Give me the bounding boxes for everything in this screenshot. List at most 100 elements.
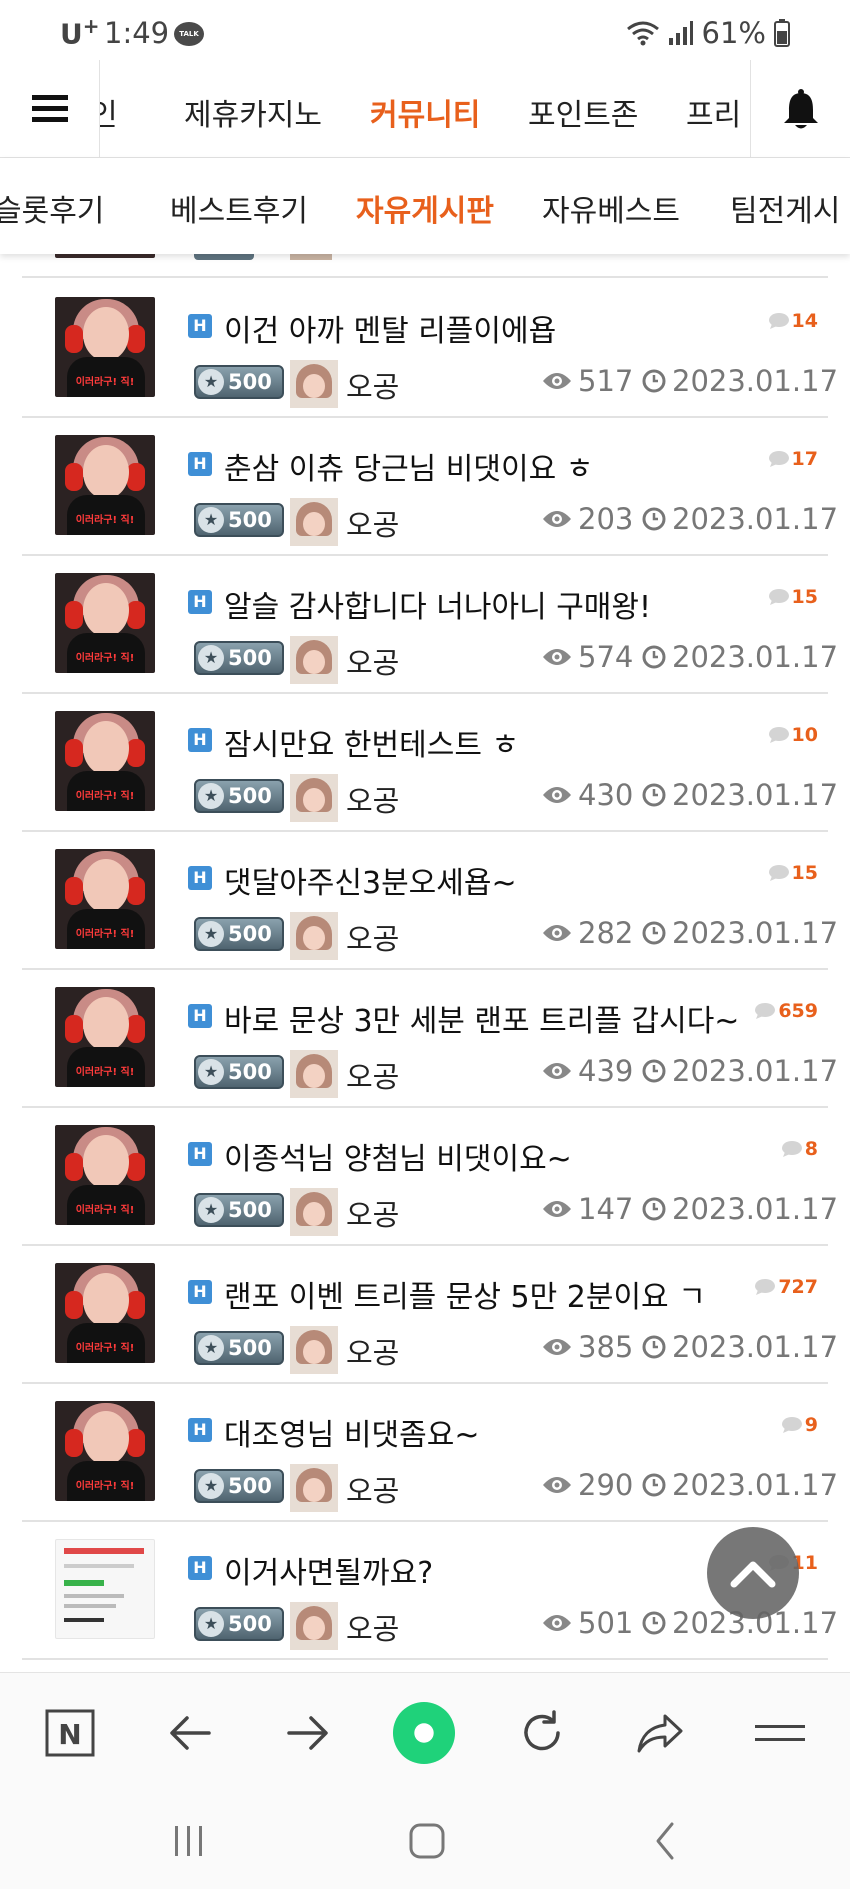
- reload-button[interactable]: [510, 1701, 574, 1765]
- post-title[interactable]: 랜포 이벤 트리플 문상 5만 2분이요 ㄱ: [224, 1272, 706, 1316]
- author-nickname[interactable]: 오공: [346, 1606, 399, 1648]
- clock-icon: [642, 783, 666, 807]
- post-title[interactable]: 알슬 감사합니다 너나아니 구매왕!: [224, 582, 651, 626]
- naver-home-button[interactable]: N: [38, 1701, 102, 1765]
- author-nickname[interactable]: 오공: [346, 1468, 399, 1510]
- post-row[interactable]: 이러라구! 직! H 춘삼 이츄 당근님 비댓이요 ㅎ 17 ★ 500 오공 203 2023…: [22, 418, 838, 556]
- post-title[interactable]: 이건 아까 멘탈 리플이에욥: [224, 306, 556, 350]
- eye-icon: [543, 1063, 571, 1079]
- post-thumbnail: [55, 254, 155, 258]
- post-title[interactable]: 댓달아주신3분오세욥~: [224, 858, 517, 902]
- author-nickname[interactable]: 오공: [346, 778, 399, 820]
- recent-apps-button[interactable]: [164, 1818, 214, 1864]
- notifications-button[interactable]: [750, 60, 850, 158]
- post-row[interactable]: 이러라구! 직! H 이종석님 양첨님 비댓이요~ 8 ★ 500 오공 147 2023.01…: [22, 1108, 838, 1246]
- clock-icon: [642, 1197, 666, 1221]
- post-title[interactable]: 춘삼 이츄 당근님 비댓이요 ㅎ: [224, 444, 593, 488]
- author-nickname[interactable]: 오공: [346, 916, 399, 958]
- level-badge: ★ 500: [194, 1055, 284, 1089]
- author-nickname[interactable]: 오공: [346, 1330, 399, 1372]
- green-dot-button[interactable]: [392, 1701, 456, 1765]
- level-value: 500: [228, 922, 272, 946]
- post-date-value: 2023.01.17: [672, 1330, 839, 1364]
- hot-post-icon: H: [188, 1418, 212, 1442]
- hot-post-icon: H: [188, 1142, 212, 1166]
- author-nickname[interactable]: 오공: [346, 502, 399, 544]
- reload-icon: [524, 1710, 560, 1751]
- home-button[interactable]: [402, 1818, 452, 1864]
- screen: U+ 1:49 TALK 61% 인 제휴카지노 커뮤니티 포인트존 프리 슬롯…: [0, 0, 850, 1889]
- post-title[interactable]: 잠시만요 한번테스트 ㅎ: [224, 720, 519, 764]
- tab-free-best[interactable]: 자유베스트: [542, 186, 680, 230]
- view-count: 439: [542, 1054, 633, 1088]
- author-nickname[interactable]: 오공: [346, 364, 399, 406]
- signal-icon: [668, 21, 693, 45]
- post-row[interactable]: 이러라구! 직! H 이건 아까 멘탈 리플이에욥 14 ★ 500 오공 517 2023.0…: [22, 280, 838, 418]
- partial-post-row[interactable]: [22, 254, 828, 278]
- post-row[interactable]: 이러라구! 직! H 댓달아주신3분오세욥~ 15 ★ 500 오공 282 2023.01.1…: [22, 832, 838, 970]
- browser-menu-button[interactable]: [748, 1701, 812, 1765]
- post-title[interactable]: 이종석님 양첨님 비댓이요~: [224, 1134, 572, 1178]
- back-button[interactable]: [158, 1701, 222, 1765]
- post-thumbnail: 이러라구! 직!: [55, 987, 155, 1087]
- avatar: [290, 1188, 338, 1236]
- browser-toolbar: N: [0, 1672, 850, 1792]
- post-row[interactable]: 이러라구! 직! H 대조영님 비댓좀요~ 9 ★ 500 오공 290 2023.01.17: [22, 1384, 838, 1522]
- author-nickname[interactable]: 오공: [346, 640, 399, 682]
- forward-arrow-icon: [287, 1716, 328, 1750]
- speech-bubble-icon: [781, 1141, 802, 1157]
- post-row[interactable]: H 이거사면될까요? 11 ★ 500 오공 501 2023.01.17: [22, 1522, 838, 1660]
- post-row[interactable]: 이러라구! 직! H 잠시만요 한번테스트 ㅎ 10 ★ 500 오공 430 2023.01.…: [22, 694, 838, 832]
- post-row[interactable]: 이러라구! 직! H 알슬 감사합니다 너나아니 구매왕! 15 ★ 500 오공 574 20…: [22, 556, 838, 694]
- thumbnail-caption: 이러라구! 직!: [75, 1205, 135, 1216]
- system-back-button[interactable]: [640, 1818, 690, 1864]
- author-nickname[interactable]: 오공: [346, 1054, 399, 1096]
- comment-count-value: 727: [778, 1276, 818, 1298]
- author-nickname[interactable]: 오공: [346, 1192, 399, 1234]
- level-badge: ★ 500: [194, 779, 284, 813]
- comment-count: 659: [754, 1000, 818, 1022]
- post-row[interactable]: 이러라구! 직! H 랜포 이벤 트리플 문상 5만 2분이요 ㄱ 727 ★ 500 오공…: [22, 1246, 838, 1384]
- scroll-to-top-button[interactable]: [707, 1527, 799, 1619]
- forward-button[interactable]: [276, 1701, 340, 1765]
- comment-count-value: 10: [791, 724, 818, 746]
- bell-icon: [783, 89, 818, 129]
- tab-partial-left[interactable]: 인: [100, 90, 118, 134]
- tab-free-board[interactable]: 자유게시판: [356, 186, 494, 230]
- clock-icon: [642, 921, 666, 945]
- hamburger-menu-button[interactable]: [0, 60, 100, 158]
- thumbnail-caption: 이러라구! 직!: [75, 1343, 135, 1354]
- clock-icon: [642, 1611, 666, 1635]
- menu-icon: [755, 1725, 805, 1741]
- eye-icon: [543, 511, 571, 527]
- tab-point-zone[interactable]: 포인트존: [528, 90, 638, 134]
- share-button[interactable]: [628, 1701, 692, 1765]
- view-count: 574: [542, 640, 633, 674]
- comment-count-value: 17: [791, 448, 818, 470]
- tab-community[interactable]: 커뮤니티: [370, 90, 480, 134]
- post-title[interactable]: 대조영님 비댓좀요~: [224, 1410, 479, 1454]
- post-title[interactable]: 이거사면될까요?: [224, 1548, 433, 1592]
- chevron-up-icon: [730, 1561, 776, 1588]
- board-sub-navigation: 슬롯후기 베스트후기 자유게시판 자유베스트 팀전게시: [0, 158, 850, 254]
- tab-partial-right[interactable]: 프리: [686, 90, 741, 134]
- level-badge: [194, 254, 254, 260]
- post-title[interactable]: 바로 문상 3만 세분 랜포 트리플 갑시다~: [224, 996, 739, 1040]
- post-date: 2023.01.17: [642, 640, 838, 674]
- tab-team-board[interactable]: 팀전게시: [730, 186, 840, 230]
- tab-best-review[interactable]: 베스트후기: [170, 186, 308, 230]
- avatar: [290, 636, 338, 684]
- post-date: 2023.01.17: [642, 1468, 838, 1502]
- tab-slot-review[interactable]: 슬롯후기: [0, 186, 104, 230]
- comment-count: 10: [768, 724, 818, 746]
- eye-icon: [543, 1615, 571, 1631]
- eye-icon: [543, 373, 571, 389]
- view-count: 430: [542, 778, 633, 812]
- tab-partner-casino[interactable]: 제휴카지노: [184, 90, 322, 134]
- post-thumbnail: 이러라구! 직!: [55, 849, 155, 949]
- speech-bubble-icon: [768, 313, 789, 329]
- speech-bubble-icon: [768, 451, 789, 467]
- home-icon: [409, 1823, 445, 1859]
- level-badge: ★ 500: [194, 1193, 284, 1227]
- post-row[interactable]: 이러라구! 직! H 바로 문상 3만 세분 랜포 트리플 갑시다~ 659 ★ 500 오…: [22, 970, 838, 1108]
